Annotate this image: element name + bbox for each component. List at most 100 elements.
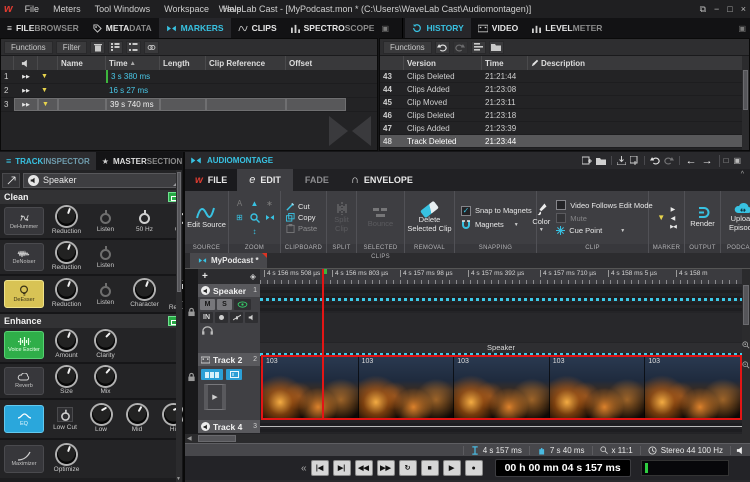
zoom-edge-icon[interactable]: ∗ [264, 198, 276, 209]
undo-icon[interactable] [435, 41, 450, 54]
montage-redo-icon[interactable] [664, 156, 674, 165]
track-record-icon[interactable] [215, 312, 228, 323]
dock-tab-markers[interactable]: MARKERS [159, 18, 231, 38]
cue-point-dropdown-icon[interactable]: ▼ [620, 228, 625, 234]
magnets-dropdown-icon[interactable]: ▼ [514, 222, 519, 228]
edit-source-button[interactable]: Edit Source [185, 191, 228, 244]
record-button[interactable]: ● [465, 460, 483, 476]
menu-tool-windows[interactable]: Tool Windows [89, 4, 157, 14]
column-header-version[interactable]: Version [404, 56, 482, 70]
restore-down-button[interactable]: ⧉ [700, 4, 706, 15]
history-compact-icon[interactable] [471, 41, 486, 54]
track-lock-icon[interactable] [187, 372, 196, 382]
video-follows-edit-mode-checkbox[interactable]: ✓Video Follows Edit Mode [556, 200, 652, 210]
track-header-track2[interactable]: Track 2 2 ▶ [198, 353, 260, 420]
markers-filter-menu[interactable]: Filter [56, 41, 88, 54]
track-fader-icon[interactable] [230, 312, 243, 323]
track-name[interactable]: Track 4 [213, 422, 242, 432]
marker-bar-icon[interactable]: ◈ [250, 272, 256, 281]
marker-row[interactable]: 2 ▶▶ ▼ 16 s 27 ms [1, 84, 377, 98]
history-scrollbar[interactable] [742, 56, 749, 150]
marker-audio-column-icon[interactable] [14, 56, 38, 70]
redo-icon[interactable] [453, 41, 468, 54]
zoom-fit-icon[interactable]: ⊞ [234, 212, 246, 223]
paste-button[interactable]: Paste [286, 224, 317, 233]
history-row[interactable]: 49Clips Deleted21:23:5 [380, 148, 749, 151]
dehummer-button[interactable]: DeHummer [4, 207, 44, 235]
color-dropdown-icon[interactable]: ▼ [539, 227, 544, 233]
column-header-clip-reference[interactable]: Clip Reference [206, 56, 286, 70]
column-header-description[interactable]: Description [528, 56, 749, 70]
section-header-clean[interactable]: Clean [0, 190, 182, 204]
dock-tab-meta-data[interactable]: METADATA [86, 18, 159, 38]
history-row[interactable]: 47Clips Added21:23:39 [380, 122, 749, 135]
track-name[interactable]: Speaker [213, 286, 246, 296]
status-zoom-factor[interactable]: x 11:1 [592, 446, 640, 455]
zoom-out-icon[interactable] [742, 361, 750, 369]
zoom-in-icon[interactable] [742, 341, 750, 349]
render-button[interactable]: Render [685, 191, 720, 244]
loop-button[interactable]: ↻ [399, 460, 417, 476]
track-speaker-icon[interactable] [245, 312, 258, 323]
zoom-selection-icon[interactable] [249, 212, 261, 223]
color-button[interactable]: Color ▼ [532, 203, 550, 233]
dock-tab-history[interactable]: HISTORY [405, 18, 470, 38]
dock-tab-file-browser[interactable]: ≡ FILEBROWSER [0, 18, 86, 38]
track-select[interactable]: Speaker [23, 173, 180, 188]
column-header-time[interactable]: Time [482, 56, 528, 70]
ribbon-tab-envelope[interactable]: ∩ ENVELOPE [341, 169, 423, 191]
montage-options-icon[interactable]: ▣ [733, 156, 741, 165]
deesser-character-knob[interactable]: Character [128, 280, 161, 308]
zoom-audio-icon[interactable]: A [234, 198, 246, 209]
add-track-button[interactable]: + [202, 271, 208, 282]
marker-row-selected[interactable]: 3 ▶▶ ▼ 39 s 740 ms [1, 98, 377, 112]
marker-pair-icon[interactable]: ▶◀ [670, 224, 676, 230]
track-mute-button[interactable]: M [200, 299, 215, 310]
history-row[interactable]: 45Clip Moved21:23:11 [380, 96, 749, 109]
save-as-icon[interactable] [630, 156, 639, 165]
marker-flag-icon[interactable]: ▼ [41, 73, 48, 80]
history-row[interactable]: 46Clips Deleted21:23:18 [380, 109, 749, 122]
transport-collapse-icon[interactable]: « [301, 463, 307, 474]
clip-label-speaker[interactable]: Speaker [260, 343, 742, 353]
dock-tab-clips[interactable]: CLIPS [231, 18, 284, 38]
ribbon-collapse-icon[interactable]: ^ [741, 169, 750, 191]
film-strip-icon[interactable]: ▶ [204, 384, 226, 410]
history-panel-options-icon[interactable]: ▣ [738, 18, 750, 38]
menu-help[interactable]: Help [217, 4, 248, 14]
track-header-speaker[interactable]: Speaker 1 M S IN [198, 284, 260, 353]
menu-workspace[interactable]: Workspace [158, 4, 215, 14]
markers-panel-options-icon[interactable]: ▣ [381, 18, 393, 38]
marker-list-icon[interactable] [108, 41, 123, 54]
eq-low-cut-button[interactable]: Low Cut [50, 407, 80, 431]
bounce-button[interactable]: Bounce [357, 191, 404, 244]
voice-exciter-clarity-knob[interactable]: Clarity [89, 331, 122, 359]
minimize-button[interactable]: − [714, 4, 719, 15]
new-montage-icon[interactable] [582, 156, 592, 165]
eq-low-knob[interactable]: Low [86, 405, 116, 433]
video-frame-numbers-button[interactable] [226, 369, 242, 380]
go-to-end-button[interactable]: ▶| [333, 460, 351, 476]
marker-next-icon[interactable]: ▶ [671, 206, 676, 213]
status-audio-format[interactable]: Stereo 44 100 Hz [640, 446, 730, 455]
play-button[interactable]: ▶ [443, 460, 461, 476]
maximizer-button[interactable]: Maximizer [4, 445, 44, 473]
rewind-button[interactable]: ◀◀ [355, 460, 373, 476]
dehummer-50hz-button[interactable]: 50 Hz [128, 209, 161, 233]
marker-numbering-icon[interactable] [126, 41, 141, 54]
history-folder-icon[interactable] [489, 41, 504, 54]
deesser-button[interactable]: DeEsser [4, 280, 44, 308]
snap-to-magnets-checkbox[interactable]: ✓Snap to Magnets [461, 206, 532, 216]
mute-button[interactable]: ✓Mute [556, 213, 587, 223]
track-lane-speaker[interactable]: Speaker [260, 284, 742, 353]
nav-back-icon[interactable]: ← [686, 155, 697, 167]
status-cursor-position[interactable]: 4 s 157 ms [463, 446, 529, 455]
maximizer-optimize-knob[interactable]: Optimize [50, 445, 83, 473]
zoom-vertical-icon[interactable]: ↕ [249, 226, 261, 237]
playhead-cursor[interactable] [322, 269, 324, 420]
history-row[interactable]: 43Clips Deleted21:21:44 [380, 70, 749, 83]
deesser-reduction-knob[interactable]: Reduction [50, 280, 83, 308]
open-montage-icon[interactable] [596, 157, 606, 165]
track-input-button[interactable]: IN [200, 312, 213, 323]
marker-bind-icon[interactable] [144, 41, 159, 54]
